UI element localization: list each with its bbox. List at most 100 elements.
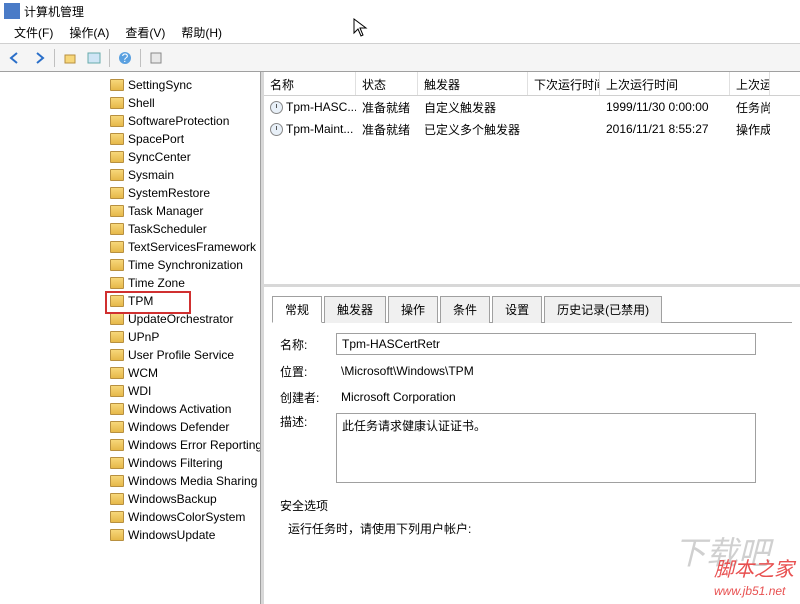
tree-item[interactable]: UpdateOrchestrator [0,310,260,328]
tree-item[interactable]: SystemRestore [0,184,260,202]
task-row[interactable]: Tpm-HASC...准备就绪自定义触发器1999/11/30 0:00:00任… [264,96,800,118]
back-button[interactable] [4,47,26,69]
task-row[interactable]: Tpm-Maint...准备就绪已定义多个触发器2016/11/21 8:55:… [264,118,800,140]
separator [140,49,141,67]
tree-item[interactable]: SpacePort [0,130,260,148]
tree-label: User Profile Service [128,348,234,362]
tree-item[interactable]: Windows Activation [0,400,260,418]
tree-label: Windows Defender [128,420,229,434]
folder-icon [110,475,124,487]
cell: 1999/11/30 0:00:00 [600,98,730,116]
tree-item[interactable]: WindowsColorSystem [0,508,260,526]
author-label: 创建者: [280,389,336,406]
menu-view[interactable]: 查看(V) [117,24,173,41]
tree-item[interactable]: SettingSync [0,76,260,94]
tree-label: UPnP [128,330,159,344]
tab-conditions[interactable]: 条件 [440,296,490,323]
tree-label: WDI [128,384,151,398]
menu-help[interactable]: 帮助(H) [173,24,230,41]
tree-item[interactable]: TPM [0,292,260,310]
tree-label: Time Synchronization [128,258,243,272]
tree-item[interactable]: Shell [0,94,260,112]
task-list[interactable]: 名称 状态 触发器 下次运行时间 上次运行时间 上次运行结果 Tpm-HASC.… [264,72,800,287]
tab-general[interactable]: 常规 [272,296,322,323]
tree-item[interactable]: WindowsUpdate [0,526,260,544]
tree-item[interactable]: Windows Filtering [0,454,260,472]
folder-icon [110,151,124,163]
tree-item[interactable]: SyncCenter [0,148,260,166]
tree-label: WindowsBackup [128,492,217,506]
folder-icon [110,403,124,415]
folder-icon [110,115,124,127]
folder-icon [110,439,124,451]
tree-label: Time Zone [128,276,185,290]
tree-label: SpacePort [128,132,184,146]
tree-item[interactable]: Sysmain [0,166,260,184]
cell [528,105,600,109]
tree-item[interactable]: SoftwareProtection [0,112,260,130]
separator [109,49,110,67]
folder-icon [110,511,124,523]
cell: 自定义触发器 [418,97,528,118]
folder-icon [110,205,124,217]
tree-label: WindowsColorSystem [128,510,245,524]
tab-history[interactable]: 历史记录(已禁用) [544,296,662,323]
show-hide-button[interactable] [83,47,105,69]
tree-item[interactable]: Time Zone [0,274,260,292]
tree-panel[interactable]: SettingSyncShell SoftwareProtection SpaceP… [0,72,261,604]
folder-icon [110,79,124,91]
tree-label: TaskScheduler [128,222,207,236]
menu-action[interactable]: 操作(A) [61,24,117,41]
tree-item[interactable]: WDI [0,382,260,400]
tree-item[interactable]: WindowsBackup [0,490,260,508]
svg-text:?: ? [122,51,129,65]
col-last[interactable]: 上次运行时间 [600,72,730,95]
cell: 准备就绪 [356,97,418,118]
refresh-button[interactable] [145,47,167,69]
tab-bar: 常规 触发器 操作 条件 设置 历史记录(已禁用) [272,295,792,323]
forward-button[interactable] [28,47,50,69]
up-button[interactable] [59,47,81,69]
name-field[interactable]: Tpm-HASCertRetr [336,333,756,355]
clock-icon [270,123,283,136]
author-value: Microsoft Corporation [336,387,461,407]
tree-label: WindowsUpdate [128,528,215,542]
folder-icon [110,529,124,541]
tree-item[interactable]: Windows Defender [0,418,260,436]
tree-label: TPM [128,294,153,308]
col-next[interactable]: 下次运行时间 [528,72,600,95]
tree-item[interactable]: Windows Error Reporting [0,436,260,454]
tree-item[interactable]: User Profile Service [0,346,260,364]
menu-file[interactable]: 文件(F) [6,24,61,41]
tree-item[interactable]: TextServicesFramework [0,238,260,256]
name-label: 名称: [280,336,336,353]
tree-label: UpdateOrchestrator [128,312,233,326]
col-trigger[interactable]: 触发器 [418,72,528,95]
window-title: 计算机管理 [24,3,84,20]
menubar: 文件(F) 操作(A) 查看(V) 帮助(H) [0,22,800,44]
tree-item[interactable]: Task Manager [0,202,260,220]
col-name[interactable]: 名称 [264,72,356,95]
location-value: \Microsoft\Windows\TPM [336,361,479,381]
col-result[interactable]: 上次运行结果 [730,72,770,95]
tab-actions[interactable]: 操作 [388,296,438,323]
folder-icon [110,493,124,505]
tab-triggers[interactable]: 触发器 [324,296,386,323]
cell: 已定义多个触发器 [418,119,528,140]
cell: 2016/11/21 8:55:27 [600,120,730,138]
tree-item[interactable]: UPnP [0,328,260,346]
tree-item[interactable]: Windows Media Sharing [0,472,260,490]
cell: 任务尚未运行 [730,97,770,118]
tree-item[interactable]: Time Synchronization [0,256,260,274]
tree-item[interactable]: WCM [0,364,260,382]
folder-icon [110,133,124,145]
col-status[interactable]: 状态 [356,72,418,95]
tree-label: SoftwareProtection [128,114,229,128]
folder-icon [110,313,124,325]
titlebar: 计算机管理 [0,0,800,22]
desc-field[interactable]: 此任务请求健康认证证书。 [336,413,756,483]
help-button[interactable]: ? [114,47,136,69]
tab-settings[interactable]: 设置 [492,296,542,323]
toolbar: ? [0,44,800,72]
tree-item[interactable]: TaskScheduler [0,220,260,238]
